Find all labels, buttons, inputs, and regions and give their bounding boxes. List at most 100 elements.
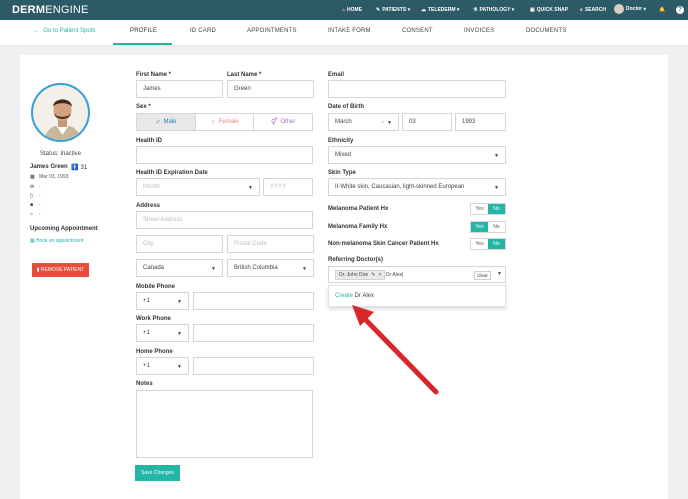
tab-appointments[interactable]: APPOINTMENTS bbox=[247, 28, 297, 34]
nav-user-menu[interactable]: Doctor ▾ bbox=[614, 4, 646, 14]
nav-home[interactable]: ⌂ HOME bbox=[342, 7, 362, 13]
patient-email-row: ✉ - bbox=[30, 184, 41, 190]
app-logo[interactable]: DERMENGINE bbox=[12, 4, 89, 16]
notes-textarea[interactable] bbox=[136, 390, 313, 458]
patient-phone-row: ▯ - bbox=[30, 193, 41, 199]
home-phone-input[interactable] bbox=[193, 357, 314, 375]
sex-other-option[interactable]: ⚥ Other bbox=[254, 114, 312, 130]
home-country-code-select[interactable]: +1 ▼ bbox=[136, 357, 189, 375]
clear-x-icon[interactable]: × bbox=[381, 120, 384, 126]
sex-male-option[interactable]: ♂ Male bbox=[137, 114, 196, 130]
annotation-arrow bbox=[352, 305, 439, 395]
active-tab-indicator bbox=[113, 43, 172, 45]
close-icon[interactable]: × bbox=[378, 272, 381, 278]
chevron-down-icon: ▼ bbox=[177, 331, 182, 337]
chevron-down-icon: ▼ bbox=[494, 185, 499, 191]
nav-search[interactable]: ⌕ SEARCH bbox=[580, 7, 606, 13]
health-id-expiration-label: Health ID Expiration Date bbox=[136, 170, 208, 176]
city-input[interactable]: City bbox=[136, 235, 223, 253]
date-of-birth-label: Date of Birth bbox=[328, 104, 364, 110]
work-phone-input[interactable] bbox=[193, 324, 314, 342]
non-melanoma-hx-no[interactable]: No bbox=[488, 239, 505, 249]
referring-doctors-label: Referring Doctor(s) bbox=[328, 257, 384, 263]
chevron-down-icon: ▼ bbox=[302, 266, 307, 272]
referring-doctors-input[interactable]: Dr. John Doe ✎ × Dr Alex| Clear ▼ bbox=[328, 266, 506, 283]
pencil-icon[interactable]: ✎ bbox=[371, 272, 375, 278]
save-changes-button[interactable]: Save Changes bbox=[135, 465, 180, 481]
country-select[interactable]: Canada ▼ bbox=[136, 259, 223, 277]
melanoma-family-hx-toggle: Yes No bbox=[470, 221, 506, 233]
health-id-input[interactable] bbox=[136, 146, 313, 164]
bell-icon[interactable]: 🔔 bbox=[659, 7, 665, 13]
chevron-down-icon: ▼ bbox=[177, 299, 182, 305]
notes-label: Notes bbox=[136, 381, 153, 387]
chevron-down-icon[interactable]: ▼ bbox=[497, 271, 502, 277]
back-to-spots-link[interactable]: ← Go to Patient Spots bbox=[34, 28, 95, 34]
last-name-input[interactable]: Green bbox=[227, 80, 314, 98]
patient-name: James Green bbox=[30, 164, 68, 170]
melanoma-family-hx-label: Melanoma Family Hx bbox=[328, 224, 388, 230]
non-melanoma-hx-label: Non-melanoma Skin Cancer Patient Hx bbox=[328, 241, 439, 247]
first-name-input[interactable]: James bbox=[136, 80, 223, 98]
briefcase-icon: ■ bbox=[30, 202, 34, 208]
sex-female-option[interactable]: ♀ Female bbox=[196, 114, 255, 130]
tab-consent[interactable]: CONSENT bbox=[402, 28, 433, 34]
referring-doctor-typed-text: Dr Alex| bbox=[386, 272, 404, 278]
patient-avatar bbox=[31, 83, 90, 142]
calendar-icon: ▦ bbox=[30, 174, 35, 180]
tab-id-card[interactable]: ID CARD bbox=[190, 28, 216, 34]
dob-year-input[interactable]: 1993 bbox=[455, 113, 506, 131]
melanoma-patient-hx-yes[interactable]: Yes bbox=[471, 204, 488, 214]
street-address-input[interactable]: Street Address bbox=[136, 211, 313, 229]
expiration-year-input[interactable]: YYYY bbox=[263, 178, 313, 196]
ethnicity-select[interactable]: Mixed ▼ bbox=[328, 146, 506, 164]
non-melanoma-hx-yes[interactable]: Yes bbox=[471, 239, 488, 249]
sex-selector: ♂ Male ♀ Female ⚥ Other bbox=[136, 113, 313, 131]
dob-month-select[interactable]: March × ▼ bbox=[328, 113, 399, 131]
tab-invoices[interactable]: INVOICES bbox=[464, 28, 494, 34]
skin-type-select[interactable]: II-White skin, Caucasian, light-skinned … bbox=[328, 178, 506, 196]
ethnicity-label: Ethnicity bbox=[328, 138, 354, 144]
home-icon: ⌂ bbox=[30, 211, 34, 217]
patient-age: 🚹 31 bbox=[71, 165, 88, 171]
male-icon: ♂ bbox=[155, 118, 161, 126]
melanoma-patient-hx-no[interactable]: No bbox=[488, 204, 505, 214]
non-melanoma-hx-toggle: Yes No bbox=[470, 238, 506, 250]
patients-icon: ✎ bbox=[376, 7, 381, 13]
last-name-label: Last Name * bbox=[227, 72, 262, 78]
tab-intake-form[interactable]: INTAKE FORM bbox=[328, 28, 371, 34]
camera-icon: ▣ bbox=[530, 7, 535, 13]
nav-pathology[interactable]: ⚗ PATHOLOGY ▾ bbox=[473, 7, 514, 13]
melanoma-patient-hx-toggle: Yes No bbox=[470, 203, 506, 215]
email-input[interactable] bbox=[328, 80, 506, 98]
province-select[interactable]: British Columbia ▼ bbox=[227, 259, 314, 277]
chevron-down-icon: ▼ bbox=[494, 153, 499, 159]
nav-quick-snap[interactable]: ▣ QUICK SNAP bbox=[530, 7, 568, 13]
help-icon[interactable]: ? bbox=[676, 6, 684, 14]
mobile-country-code-select[interactable]: +1 ▼ bbox=[136, 292, 189, 310]
nav-telederm[interactable]: ☁ TELEDERM ▾ bbox=[421, 7, 459, 13]
melanoma-family-hx-no[interactable]: No bbox=[488, 222, 505, 232]
arrow-shaft bbox=[359, 313, 439, 395]
clear-button[interactable]: Clear bbox=[474, 271, 491, 280]
dob-day-input[interactable]: 03 bbox=[402, 113, 452, 131]
nav-patients[interactable]: ✎ PATIENTS ▾ bbox=[376, 7, 410, 13]
tab-profile[interactable]: PROFILE bbox=[130, 28, 157, 34]
create-doctor-option[interactable]: Create Dr Alex bbox=[335, 293, 374, 299]
patient-status: Status: Inactive bbox=[40, 151, 82, 157]
pathology-icon: ⚗ bbox=[473, 7, 478, 13]
mobile-phone-input[interactable] bbox=[193, 292, 314, 310]
chevron-down-icon: ▼ bbox=[387, 120, 392, 126]
tab-documents[interactable]: DOCUMENTS bbox=[526, 28, 566, 34]
chevron-down-icon: ▼ bbox=[177, 364, 182, 370]
melanoma-family-hx-yes[interactable]: Yes bbox=[471, 222, 488, 232]
arrow-left-icon: ← bbox=[34, 28, 40, 34]
work-phone-label: Work Phone bbox=[136, 316, 171, 322]
remove-patient-button[interactable]: ▮ REMOVE PATIENT bbox=[32, 263, 89, 277]
other-icon: ⚥ bbox=[271, 119, 278, 126]
expiration-month-select[interactable]: Month ▼ bbox=[136, 178, 260, 196]
postal-code-input[interactable]: Postal Code bbox=[227, 235, 314, 253]
book-appointment-link[interactable]: ▦ Book an appointment bbox=[30, 238, 83, 244]
work-country-code-select[interactable]: +1 ▼ bbox=[136, 324, 189, 342]
calendar-icon: ▦ bbox=[30, 238, 35, 244]
